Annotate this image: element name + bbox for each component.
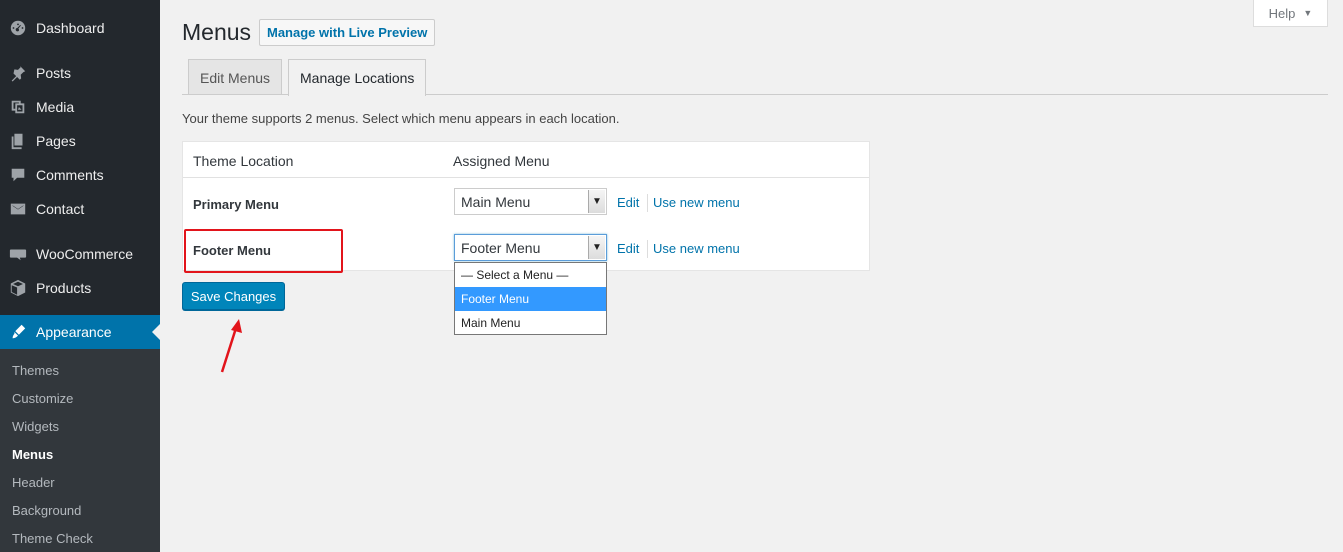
admin-sidebar: Dashboard Posts Media Pages Comments Con… xyxy=(0,0,160,552)
sidebar-item-pages[interactable]: Pages xyxy=(0,124,160,158)
help-label: Help xyxy=(1268,5,1296,21)
primary-menu-select[interactable]: Main Menu ▼ xyxy=(454,188,607,215)
link-separator xyxy=(647,240,648,258)
brush-icon xyxy=(8,322,28,342)
menu-dropdown-list: — Select a Menu — Footer Menu Main Menu xyxy=(454,262,607,335)
appearance-submenu: Themes Customize Widgets Menus Header Ba… xyxy=(0,349,160,552)
select-value: Main Menu xyxy=(461,193,531,210)
sidebar-item-contact[interactable]: Contact xyxy=(0,192,160,226)
header-divider xyxy=(183,177,869,178)
sidebar-item-posts[interactable]: Posts xyxy=(0,56,160,90)
column-header-assigned-menu: Assigned Menu xyxy=(453,153,550,169)
sidebar-item-label: WooCommerce xyxy=(36,246,133,262)
sidebar-item-label: Comments xyxy=(36,167,104,183)
submenu-item-header[interactable]: Header xyxy=(12,475,55,490)
dropdown-option[interactable]: — Select a Menu — xyxy=(455,263,606,287)
edit-link-primary[interactable]: Edit xyxy=(617,195,639,210)
submenu-item-customize[interactable]: Customize xyxy=(12,391,73,406)
submenu-item-widgets[interactable]: Widgets xyxy=(12,419,59,434)
sidebar-item-label: Posts xyxy=(36,65,72,81)
dropdown-option-selected[interactable]: Footer Menu xyxy=(455,287,606,311)
row-label-primary-menu: Primary Menu xyxy=(193,197,279,212)
tab-manage-locations[interactable]: Manage Locations xyxy=(288,59,427,96)
submenu-item-menus[interactable]: Menus xyxy=(12,447,53,462)
sidebar-item-media[interactable]: Media xyxy=(0,90,160,124)
chevron-down-icon: ▼ xyxy=(588,236,605,259)
use-new-menu-link-footer[interactable]: Use new menu xyxy=(653,241,740,256)
sidebar-item-woocommerce[interactable]: WooCommerce xyxy=(0,237,160,271)
sidebar-item-label: Appearance xyxy=(36,324,112,340)
sidebar-item-label: Products xyxy=(36,280,92,296)
sidebar-item-label: Dashboard xyxy=(36,20,105,36)
box-icon xyxy=(8,278,28,298)
sidebar-item-label: Pages xyxy=(36,133,76,149)
page-title: Menus xyxy=(182,19,252,45)
tab-edit-menus[interactable]: Edit Menus xyxy=(188,59,283,95)
mail-icon xyxy=(8,199,28,219)
sidebar-item-appearance[interactable]: Appearance xyxy=(0,315,160,349)
submenu-item-theme-check[interactable]: Theme Check xyxy=(12,531,93,546)
caret-down-icon: ▼ xyxy=(1303,8,1313,18)
dashboard-icon xyxy=(8,18,28,38)
dropdown-option[interactable]: Main Menu xyxy=(455,311,606,335)
woo-icon xyxy=(8,244,28,264)
pin-icon xyxy=(8,63,28,83)
description-text: Your theme supports 2 menus. Select whic… xyxy=(182,111,620,126)
edit-link-footer[interactable]: Edit xyxy=(617,241,639,256)
link-separator xyxy=(647,194,648,212)
select-value: Footer Menu xyxy=(461,239,541,256)
comment-icon xyxy=(8,165,28,185)
save-changes-button[interactable]: Save Changes xyxy=(182,282,285,310)
help-tab-button[interactable]: Help ▼ xyxy=(1253,0,1328,27)
submenu-item-background[interactable]: Background xyxy=(12,503,81,518)
annotation-arrow-icon xyxy=(220,319,242,373)
sidebar-item-label: Media xyxy=(36,99,75,115)
sidebar-item-label: Contact xyxy=(36,201,85,217)
media-icon xyxy=(8,97,28,117)
chevron-down-icon: ▼ xyxy=(588,190,605,213)
submenu-item-themes[interactable]: Themes xyxy=(12,363,59,378)
annotation-highlight-box xyxy=(184,229,343,273)
footer-menu-select[interactable]: Footer Menu ▼ xyxy=(454,234,607,261)
use-new-menu-link-primary[interactable]: Use new menu xyxy=(653,195,740,210)
live-preview-button[interactable]: Manage with Live Preview xyxy=(259,19,436,46)
sidebar-item-products[interactable]: Products xyxy=(0,271,160,305)
sidebar-item-comments[interactable]: Comments xyxy=(0,158,160,192)
pages-icon xyxy=(8,131,28,151)
sidebar-item-dashboard[interactable]: Dashboard xyxy=(0,11,160,45)
column-header-theme-location: Theme Location xyxy=(193,153,294,169)
